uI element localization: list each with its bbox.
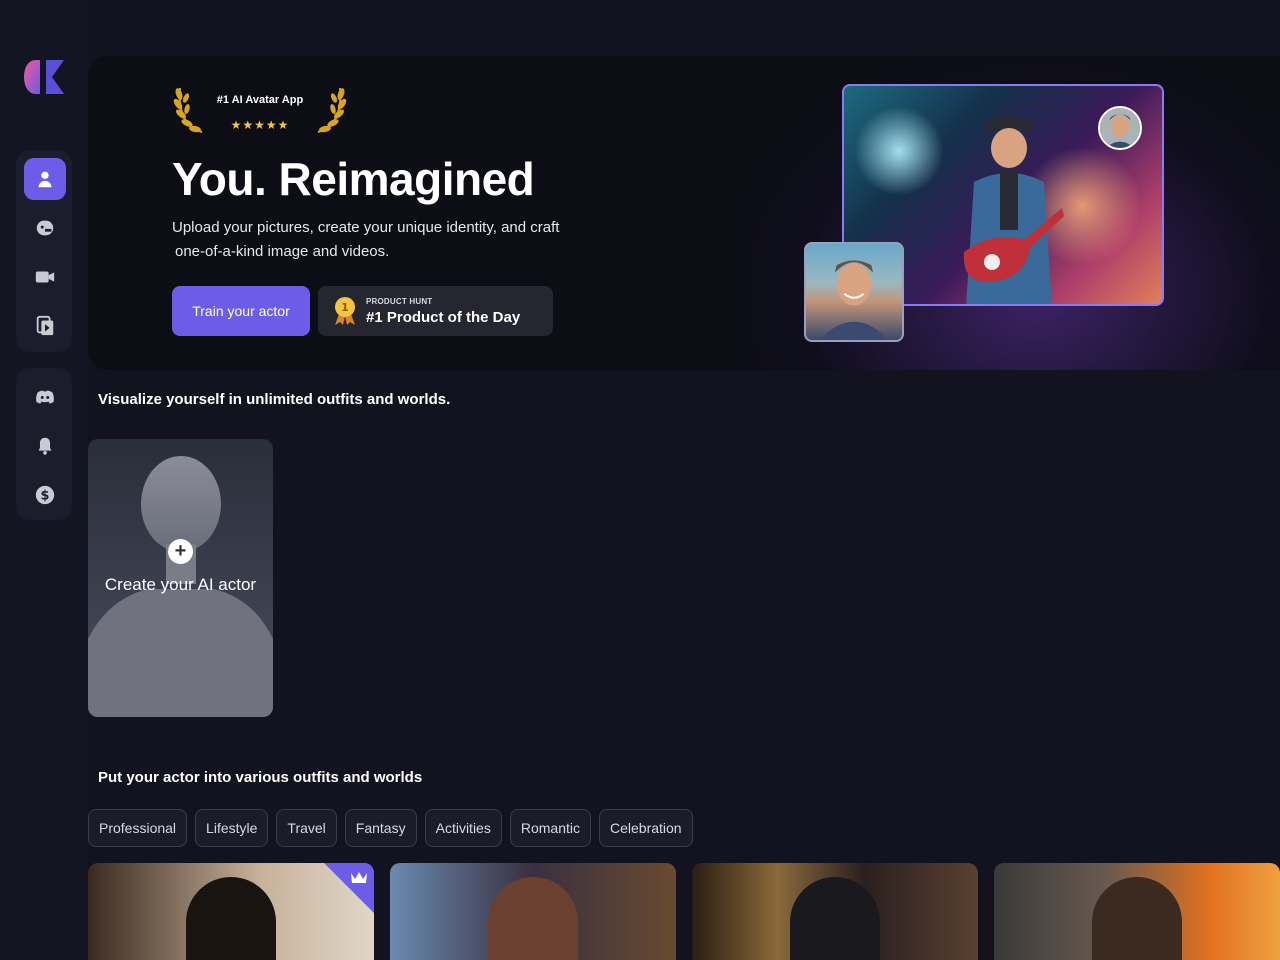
gallery-figure bbox=[1092, 877, 1182, 960]
gallery-figure bbox=[488, 877, 578, 960]
laurel-right-icon bbox=[317, 87, 347, 133]
outfit-gallery bbox=[88, 863, 1280, 960]
gallery-figure bbox=[186, 877, 276, 960]
gallery-card-fire[interactable] bbox=[994, 863, 1280, 960]
svg-text:$: $ bbox=[41, 489, 50, 504]
category-chip-professional[interactable]: Professional bbox=[88, 809, 188, 847]
category-chip-lifestyle[interactable]: Lifestyle bbox=[195, 809, 269, 847]
product-hunt-text: PRODUCT HUNT #1 Product of the Day bbox=[366, 297, 520, 326]
medal-icon: 1 bbox=[335, 297, 355, 325]
medal-number: 1 bbox=[341, 301, 349, 314]
category-chip-activities[interactable]: Activities bbox=[424, 809, 502, 847]
bell-icon bbox=[38, 437, 52, 455]
nav-discord-button[interactable] bbox=[24, 376, 66, 418]
guitarist-figure bbox=[963, 116, 1064, 304]
outfits-section-title: Put your actor into various outfits and … bbox=[98, 769, 423, 786]
hero-subtitle-line1: Upload your pictures, create your unique… bbox=[172, 219, 560, 236]
face-icon bbox=[1100, 108, 1140, 148]
premium-crown-icon bbox=[324, 863, 374, 913]
product-hunt-label: PRODUCT HUNT bbox=[366, 296, 433, 306]
discord-icon bbox=[36, 390, 54, 404]
nav-avatar-button[interactable] bbox=[24, 207, 66, 249]
award-badge: #1 AI Avatar App ★★★★★ bbox=[172, 82, 348, 136]
product-hunt-badge[interactable]: 1 PRODUCT HUNT #1 Product of the Day bbox=[318, 286, 553, 336]
add-icon: + bbox=[168, 539, 193, 564]
category-chip-travel[interactable]: Travel bbox=[276, 809, 337, 847]
nav-group-main bbox=[16, 150, 72, 352]
nav-actor-button[interactable] bbox=[24, 158, 66, 200]
hero-subtitle-line2: one-of-a-kind image and videos. bbox=[175, 243, 390, 260]
video-files-icon bbox=[36, 315, 54, 336]
gallery-card-hooded[interactable] bbox=[692, 863, 978, 960]
nav-group-secondary: $ bbox=[16, 368, 72, 520]
hero-subtitle: Upload your pictures, create your unique… bbox=[172, 216, 592, 264]
actor-avatar-thumbnail bbox=[1098, 106, 1142, 150]
nav-notifications-button[interactable] bbox=[24, 425, 66, 467]
product-hunt-title: #1 Product of the Day bbox=[366, 308, 521, 326]
dollar-icon: $ bbox=[35, 485, 55, 505]
category-filter: Professional Lifestyle Travel Fantasy Ac… bbox=[88, 809, 693, 847]
video-camera-icon bbox=[35, 271, 55, 283]
portrait-figure bbox=[819, 260, 889, 340]
nav-video-files-button[interactable] bbox=[24, 305, 66, 347]
nav-video-button[interactable] bbox=[24, 256, 66, 298]
create-actor-card[interactable]: + Create your AI actor bbox=[88, 439, 273, 717]
category-chip-fantasy[interactable]: Fantasy bbox=[344, 809, 417, 847]
visualize-section-title: Visualize yourself in unlimited outfits … bbox=[98, 391, 451, 408]
category-chip-celebration[interactable]: Celebration bbox=[598, 809, 693, 847]
gallery-card-wizard[interactable] bbox=[390, 863, 676, 960]
hero-banner: #1 AI Avatar App ★★★★★ You. Reimagined U… bbox=[88, 56, 1280, 370]
train-actor-button[interactable]: Train your actor bbox=[172, 286, 310, 336]
app-logo[interactable] bbox=[24, 60, 64, 94]
gallery-card-street[interactable] bbox=[88, 863, 374, 960]
sidebar: $ bbox=[0, 0, 88, 960]
category-chip-romantic[interactable]: Romantic bbox=[509, 809, 591, 847]
gallery-figure bbox=[790, 877, 880, 960]
actor-source-photo bbox=[804, 242, 904, 342]
nav-pricing-button[interactable]: $ bbox=[24, 474, 66, 516]
user-icon bbox=[38, 171, 52, 188]
create-actor-label: Create your AI actor bbox=[104, 575, 257, 594]
hero-title: You. Reimagined bbox=[172, 153, 535, 205]
avatar-face-icon bbox=[36, 220, 54, 236]
